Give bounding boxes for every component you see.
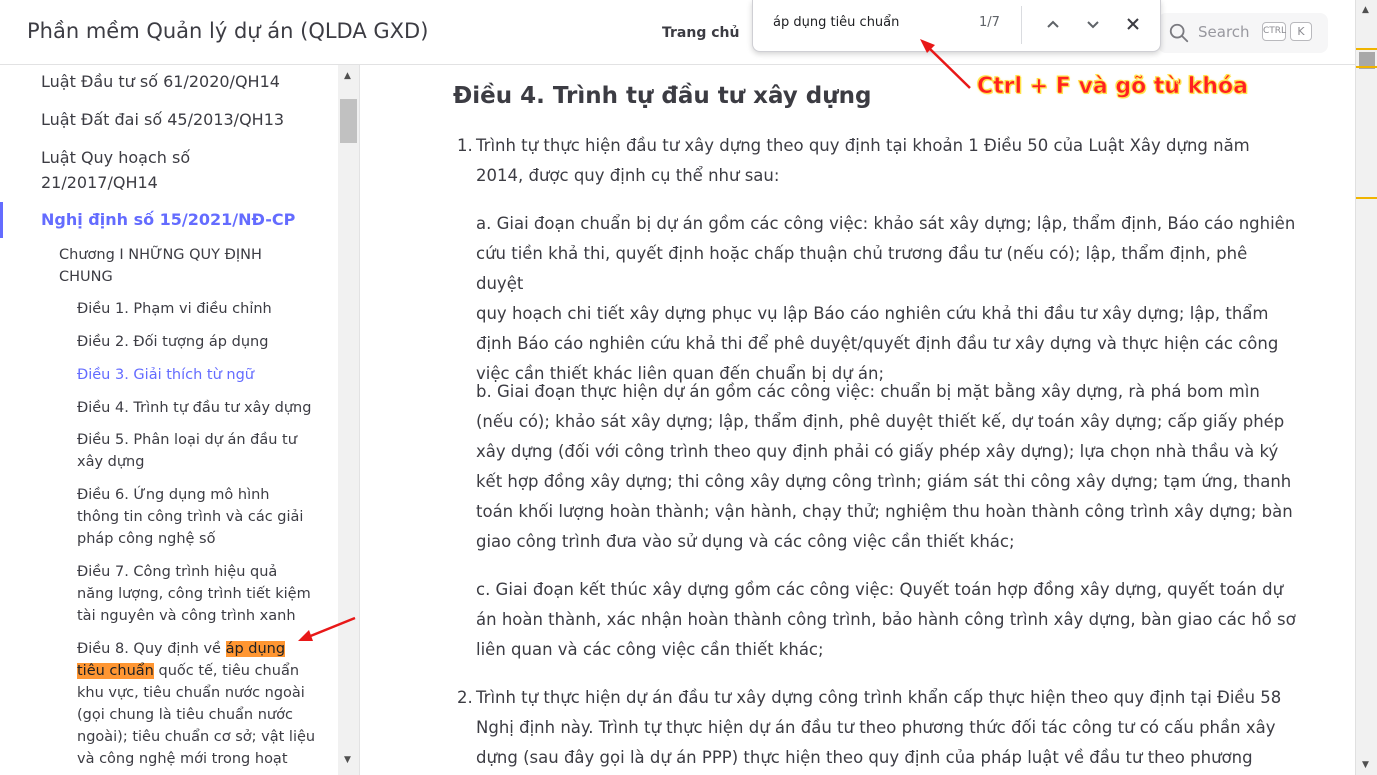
sidebar-item-dieu-1[interactable]: Điều 1. Phạm vi điều chỉnh [77, 298, 272, 320]
sidebar-item-dieu-2[interactable]: Điều 2. Đối tượng áp dụng [77, 331, 268, 353]
text-line: dựng (sau đây gọi là dự án PPP) thực hiệ… [476, 748, 1253, 767]
find-bar: áp dụng tiêu chuẩn 1/7 [752, 0, 1161, 52]
annotation-label: Ctrl + F và gõ từ khóa [977, 74, 1249, 100]
sidebar-item-label: (gọi chung là tiêu chuẩn nước [77, 707, 293, 723]
list-number: 1. [457, 136, 473, 155]
nav-link-home[interactable]: Trang chủ [662, 25, 739, 41]
doc-content: Điều 4. Trình tự đầu tư xây dựng 1. Trìn… [361, 65, 1355, 775]
text-line: giao công trình đưa vào sử dụng và các c… [476, 532, 1015, 551]
list-number: 2. [457, 688, 473, 707]
find-next-button[interactable] [1082, 13, 1104, 35]
sidebar-item-line: Điều 8. Quy định về áp dụng [77, 638, 315, 660]
sidebar-item-dieu-8[interactable]: Điều 8. Quy định về áp dụng tiêu chuẩn q… [77, 638, 315, 770]
paragraph-item-1: Trình tự thực hiện đầu tư xây dựng theo … [476, 131, 1296, 191]
paragraph-c: c. Giai đoạn kết thúc xây dựng gồm các c… [476, 575, 1296, 665]
find-match-marker [1356, 48, 1377, 50]
sidebar-item-label: ngoài); tiêu chuẩn cơ sở; vật liệu [77, 729, 316, 745]
sidebar-item-luat-quy-hoach[interactable]: Luật Quy hoạch số 21/2017/QH14 [41, 145, 190, 195]
article-heading: Điều 4. Trình tự đầu tư xây dựng [453, 83, 872, 109]
text-line: c. Giai đoạn kết thúc xây dựng gồm các c… [476, 580, 1284, 599]
find-input[interactable]: áp dụng tiêu chuẩn [773, 15, 899, 30]
sidebar-item-label: tài nguyên và công trình xanh [77, 608, 296, 624]
scroll-up-arrow-icon[interactable]: ▲ [1362, 5, 1369, 15]
sidebar-item-label: CHUNG [59, 269, 113, 285]
find-match-marker [1356, 197, 1377, 199]
sidebar-item-label: thông tin công trình và các giải [77, 509, 304, 525]
find-close-button[interactable] [1122, 13, 1144, 35]
search-button[interactable]: Search CTRL K [1158, 13, 1328, 53]
sidebar-item-label: Điều 6. Ứng dụng mô hình [77, 487, 270, 503]
sidebar-item-nghi-dinh-15[interactable]: Nghị định số 15/2021/NĐ-CP [41, 207, 295, 232]
sidebar-item-label: 21/2017/QH14 [41, 173, 158, 192]
text-line: (nếu có); khảo sát xây dựng; lập, thẩm đ… [476, 412, 1285, 431]
text-line: Trình tự thực hiện đầu tư xây dựng theo … [476, 136, 1250, 155]
sidebar-item-label: pháp công nghệ số [77, 531, 216, 547]
search-icon [1169, 23, 1189, 43]
text-line: 2014, được quy định cụ thể như sau: [476, 166, 780, 185]
sidebar-item-label: Chương I NHỮNG QUY ĐỊNH [59, 247, 262, 263]
text-line: b. Giai đoạn thực hiện dự án gồm các côn… [476, 382, 1260, 401]
scroll-down-arrow-icon[interactable]: ▼ [344, 755, 351, 765]
text-line: liên quan và các công việc cần thiết khá… [476, 640, 824, 659]
sidebar-item-label: và công nghệ mới trong hoạt [77, 751, 288, 767]
sidebar-item-label: xây dựng [77, 454, 145, 470]
sidebar-item-label: Điều 5. Phân loại dự án đầu tư [77, 432, 297, 448]
find-divider [1021, 6, 1022, 44]
sidebar-active-indicator [0, 202, 3, 238]
text-line: quy hoạch chi tiết xây dựng phục vụ lập … [476, 304, 1269, 323]
search-highlight: tiêu chuẩn [77, 663, 154, 679]
sidebar-scrollbar[interactable]: ▲ ▼ [338, 65, 359, 775]
sidebar-item-label: khu vực, tiêu chuẩn nước ngoài [77, 685, 305, 701]
search-highlight: áp dụng [225, 641, 286, 657]
text-line: a. Giai đoạn chuẩn bị dự án gồm các công… [476, 214, 1296, 233]
page-scrollbar[interactable]: ▲ ▼ [1355, 0, 1377, 775]
sidebar-item-label: Điều 8. Quy định về [77, 641, 226, 657]
site-title[interactable]: Phần mềm Quản lý dự án (QLDA GXD) [27, 19, 428, 43]
scroll-down-arrow-icon[interactable]: ▼ [1362, 760, 1369, 770]
scroll-up-arrow-icon[interactable]: ▲ [344, 71, 351, 81]
text-line: Trình tự thực hiện dự án đầu tư xây dựng… [476, 688, 1282, 707]
sidebar-item-dieu-4[interactable]: Điều 4. Trình tự đầu tư xây dựng [77, 397, 311, 419]
sidebar-item-label: năng lượng, công trình tiết kiệm [77, 586, 311, 602]
text-line: định Báo cáo nghiên cứu khả thi để phê d… [476, 334, 1279, 353]
sidebar-item-dieu-6[interactable]: Điều 6. Ứng dụng mô hình thông tin công … [77, 484, 303, 550]
sidebar-item-chuong-1[interactable]: Chương I NHỮNG QUY ĐỊNH CHUNG [59, 244, 262, 288]
text-line: xây dựng (đối với công trình theo quy đị… [476, 442, 1279, 461]
paragraph-a: a. Giai đoạn chuẩn bị dự án gồm các công… [476, 209, 1296, 389]
kbd-k-key: K [1290, 22, 1312, 41]
sidebar-scrollbar-thumb[interactable] [340, 99, 357, 143]
text-line: án hoàn thành, xác nhận hoàn thành công … [476, 610, 1296, 629]
paragraph-b: b. Giai đoạn thực hiện dự án gồm các côn… [476, 377, 1296, 557]
find-match-count: 1/7 [979, 15, 1000, 30]
text-line: kết hợp đồng xây dựng; thi công xây dựng… [476, 472, 1292, 491]
paragraph-item-2: Trình tự thực hiện dự án đầu tư xây dựng… [476, 683, 1296, 773]
text-line: toán khối lượng hoàn thành; vận hành, ch… [476, 502, 1293, 521]
sidebar-item-label: quốc tế, tiêu chuẩn [153, 663, 300, 679]
sidebar-item-label: Luật Quy hoạch số [41, 148, 191, 167]
sidebar-item-dieu-3[interactable]: Điều 3. Giải thích từ ngữ [77, 364, 254, 386]
kbd-ctrl-key: CTRL [1262, 22, 1286, 41]
find-match-marker [1356, 66, 1377, 68]
text-line: Nghị định này. Trình tự thực hiện dự án … [476, 718, 1276, 737]
sidebar-item-line: tiêu chuẩn quốc tế, tiêu chuẩn [77, 660, 315, 682]
sidebar-item-dieu-7[interactable]: Điều 7. Công trình hiệu quả năng lượng, … [77, 561, 311, 627]
sidebar-item-label: Điều 7. Công trình hiệu quả [77, 564, 278, 580]
find-prev-button[interactable] [1042, 13, 1064, 35]
search-placeholder: Search [1198, 23, 1250, 41]
sidebar-item-luat-dau-tu[interactable]: Luật Đầu tư số 61/2020/QH14 [41, 69, 280, 94]
text-line: cứu tiền khả thi, quyết định hoặc chấp t… [476, 244, 1248, 293]
sidebar-item-luat-dat-dai[interactable]: Luật Đất đai số 45/2013/QH13 [41, 107, 284, 132]
sidebar-item-dieu-5[interactable]: Điều 5. Phân loại dự án đầu tư xây dựng [77, 429, 297, 473]
sidebar: Luật Đầu tư số 61/2020/QH14 Luật Đất đai… [0, 65, 360, 775]
